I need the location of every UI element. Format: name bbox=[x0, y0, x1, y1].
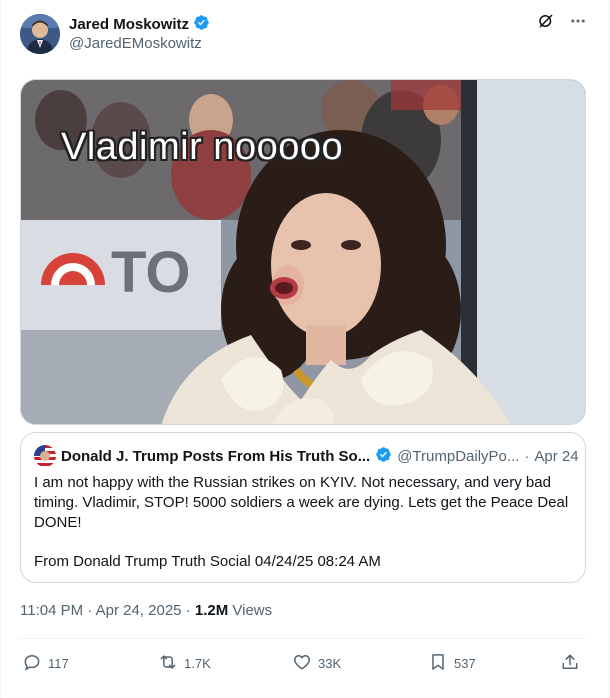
meta-separator-2: · bbox=[185, 602, 191, 619]
views-count: 1.2M bbox=[194, 602, 229, 619]
share-button[interactable] bbox=[560, 649, 580, 677]
quoted-post[interactable]: Donald J. Trump Posts From His Truth So.… bbox=[20, 432, 586, 583]
verified-badge-icon bbox=[375, 446, 392, 467]
reply-icon bbox=[22, 652, 42, 675]
tweet-meta: 11:04 PM · Apr 24, 2025 · 1.2M Views bbox=[20, 602, 272, 619]
media-caption: Vladimir nooooo bbox=[61, 126, 344, 168]
repost-button[interactable]: 1.7K bbox=[158, 649, 211, 677]
repost-icon bbox=[158, 652, 178, 675]
quoted-post-footer: From Donald Trump Truth Social 04/24/25 … bbox=[34, 553, 381, 570]
top-actions bbox=[537, 12, 587, 30]
bookmark-count: 537 bbox=[454, 655, 476, 671]
author-handle[interactable]: @JaredEMoskowitz bbox=[69, 35, 202, 52]
bookmark-icon bbox=[428, 652, 448, 675]
quoted-post-header: Donald J. Trump Posts From His Truth So.… bbox=[34, 445, 579, 467]
verified-badge-icon bbox=[193, 14, 210, 35]
reply-button[interactable]: 117 bbox=[22, 649, 69, 677]
divider bbox=[20, 638, 586, 639]
repost-count: 1.7K bbox=[184, 655, 211, 671]
quoted-date[interactable]: Apr 24 bbox=[534, 448, 578, 465]
post-time[interactable]: 11:04 PM bbox=[20, 602, 83, 619]
meta-separator: · bbox=[87, 602, 93, 619]
quoted-separator: · bbox=[524, 447, 530, 465]
views-label: Views bbox=[232, 602, 273, 619]
quoted-author-handle[interactable]: @TrumpDailyPo... bbox=[397, 448, 519, 465]
background-sign-text: TO bbox=[111, 240, 191, 305]
tweet-media[interactable]: TO Vladimir nooooo bbox=[20, 79, 586, 425]
author-name-text[interactable]: Jared Moskowitz bbox=[69, 16, 189, 33]
post-date[interactable]: Apr 24, 2025 bbox=[96, 602, 182, 619]
author-name[interactable]: Jared Moskowitz bbox=[69, 14, 210, 35]
reply-count: 117 bbox=[48, 655, 69, 671]
action-bar: 117 1.7K 33K 537 bbox=[20, 649, 586, 677]
like-icon bbox=[292, 652, 312, 675]
like-count: 33K bbox=[318, 655, 342, 671]
quoted-author-name[interactable]: Donald J. Trump Posts From His Truth So.… bbox=[61, 448, 370, 465]
author-avatar[interactable] bbox=[20, 14, 60, 54]
tweet-container: Jared Moskowitz @JaredEMoskowitz TO Vlad… bbox=[0, 0, 610, 698]
like-button[interactable]: 33K bbox=[292, 649, 341, 677]
quoted-post-body: I am not happy with the Russian strikes … bbox=[34, 474, 569, 531]
bookmark-button[interactable]: 537 bbox=[428, 649, 476, 677]
quoted-avatar[interactable] bbox=[34, 445, 56, 467]
grok-icon[interactable] bbox=[537, 12, 555, 30]
more-icon[interactable] bbox=[569, 12, 587, 30]
share-icon bbox=[560, 652, 580, 675]
